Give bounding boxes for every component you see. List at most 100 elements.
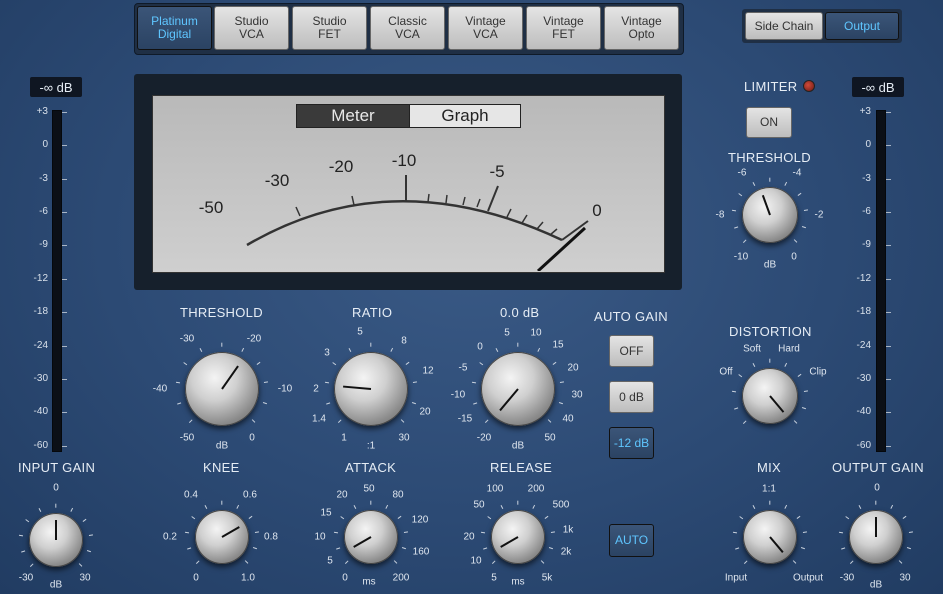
output-scale-label: -6 — [862, 206, 871, 217]
vu-tick — [536, 221, 544, 230]
knob-tick — [803, 209, 808, 212]
knob-tick — [175, 381, 180, 384]
knob-tick — [19, 534, 24, 537]
input-level-readout: -∞ dB — [30, 77, 82, 97]
output-button[interactable]: Output — [825, 12, 899, 40]
knee-knob[interactable] — [195, 510, 249, 564]
auto-gain-0db-button[interactable]: 0 dB — [609, 381, 654, 413]
knob-tick — [405, 361, 410, 365]
output-scale-label: -9 — [862, 239, 871, 250]
knob-tick — [186, 547, 191, 550]
distortion-knob[interactable] — [742, 368, 798, 424]
knob-scale-label: 5 — [504, 327, 510, 339]
knob-scale-label: 0.6 — [243, 489, 257, 501]
knob-tick — [784, 362, 788, 367]
auto-release-button[interactable]: AUTO — [609, 524, 654, 557]
knob-tick — [413, 381, 418, 384]
scale-tick — [62, 379, 67, 380]
knob-tick — [326, 402, 331, 405]
input-scale-label: -60 — [33, 440, 48, 451]
knob-scale-label: 30 — [79, 572, 91, 584]
knob-scale-label: -5 — [458, 362, 468, 374]
model-button[interactable]: Platinum Digital — [137, 6, 212, 50]
model-button[interactable]: Studio FET — [292, 6, 367, 50]
knob-tick — [500, 504, 504, 509]
makeup-gain-knob[interactable] — [481, 352, 555, 426]
knob-tick — [840, 547, 845, 550]
knob-tick — [334, 531, 339, 534]
knob-scale-label: dB — [763, 259, 777, 271]
knob-tick — [552, 361, 557, 365]
output-scale-label: -18 — [856, 306, 871, 317]
ratio-label: RATIO — [352, 305, 393, 320]
knob-tick — [177, 402, 182, 405]
release-label: RELEASE — [490, 460, 553, 475]
output-gain-knob[interactable] — [849, 510, 903, 564]
knob-scale-label: 40 — [562, 413, 574, 425]
knob-tick — [796, 515, 801, 519]
knob-indicator — [352, 536, 372, 548]
knob-tick — [487, 515, 492, 519]
vu-tick — [462, 196, 466, 206]
knob-tick — [733, 531, 738, 534]
scale-tick — [886, 145, 891, 146]
scale-tick — [886, 245, 891, 246]
knob-tick — [544, 515, 549, 519]
knob-tick — [784, 181, 788, 186]
knob-tick — [20, 550, 25, 553]
knob-scale-label: 0 — [791, 251, 797, 263]
knob-tick — [55, 503, 57, 508]
knob-scale-label: 0 — [249, 432, 255, 444]
limiter-threshold-knob[interactable] — [742, 187, 798, 243]
knob-tick — [370, 500, 372, 505]
knob-tick — [353, 504, 357, 509]
knob-tick — [484, 419, 489, 424]
knob-tick — [236, 504, 240, 509]
knob-tick — [540, 560, 545, 565]
knob-scale-label: 20 — [336, 489, 348, 501]
mix-label: MIX — [757, 460, 782, 475]
knob-tick — [849, 560, 854, 565]
knob-tick — [183, 361, 188, 365]
knob-scale-label: 1 — [341, 432, 347, 444]
input-gain-knob[interactable] — [29, 513, 83, 567]
limiter-label: LIMITER — [744, 79, 798, 94]
knob-tick — [204, 504, 208, 509]
scale-tick — [62, 245, 67, 246]
knob-tick — [792, 560, 797, 565]
ratio-knob[interactable] — [334, 352, 408, 426]
knob-scale-label: 8 — [401, 335, 407, 347]
side-chain-button[interactable]: Side Chain — [745, 12, 823, 40]
model-button[interactable]: Vintage VCA — [448, 6, 523, 50]
knob-tick — [191, 515, 196, 519]
knob-indicator — [499, 536, 519, 548]
model-button[interactable]: Vintage Opto — [604, 6, 679, 50]
knob-tick — [393, 560, 398, 565]
knob-scale-label: -20 — [476, 432, 492, 444]
model-button[interactable]: Classic VCA — [370, 6, 445, 50]
knob-tick — [349, 347, 353, 352]
knob-indicator — [769, 536, 784, 554]
knob-scale-label: 120 — [411, 514, 429, 526]
model-button[interactable]: Studio VCA — [214, 6, 289, 50]
model-button[interactable]: Vintage FET — [526, 6, 601, 50]
input-scale-label: -24 — [33, 340, 48, 351]
knob-tick — [532, 504, 536, 509]
attack-label: ATTACK — [345, 460, 397, 475]
auto-gain-minus12-button[interactable]: -12 dB — [609, 427, 654, 459]
knob-tick — [385, 504, 389, 509]
makeup-gain-label: 0.0 dB — [500, 305, 540, 320]
output-scale-label: -3 — [862, 173, 871, 184]
threshold-knob[interactable] — [185, 352, 259, 426]
input-scale-label: -3 — [39, 173, 48, 184]
mix-knob[interactable] — [743, 510, 797, 564]
input-scale-label: +3 — [36, 106, 48, 117]
auto-gain-off-button[interactable]: OFF — [609, 335, 654, 367]
limiter-threshold-label: THRESHOLD — [728, 150, 811, 165]
knob-tick — [793, 420, 798, 425]
knob-tick — [839, 531, 844, 534]
limiter-on-button[interactable]: ON — [746, 107, 792, 138]
knob-tick — [752, 362, 756, 367]
release-knob[interactable] — [491, 510, 545, 564]
attack-knob[interactable] — [344, 510, 398, 564]
